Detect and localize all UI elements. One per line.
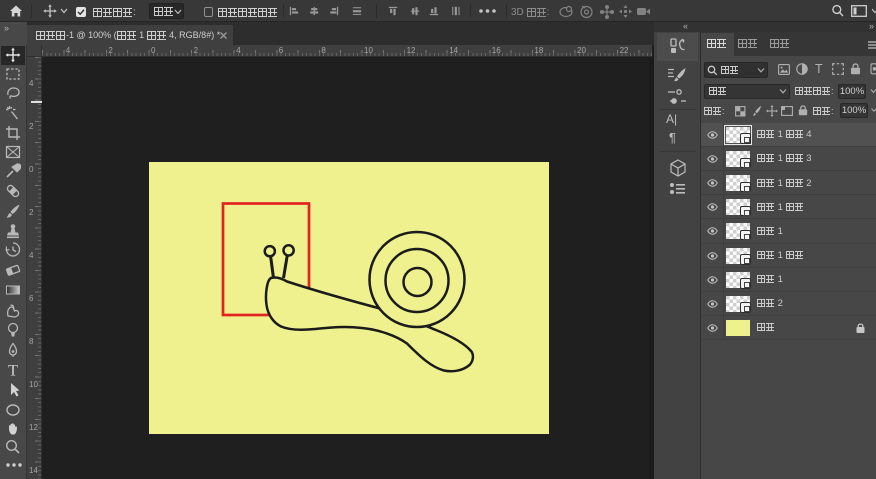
svg-text:T: T bbox=[8, 363, 18, 379]
